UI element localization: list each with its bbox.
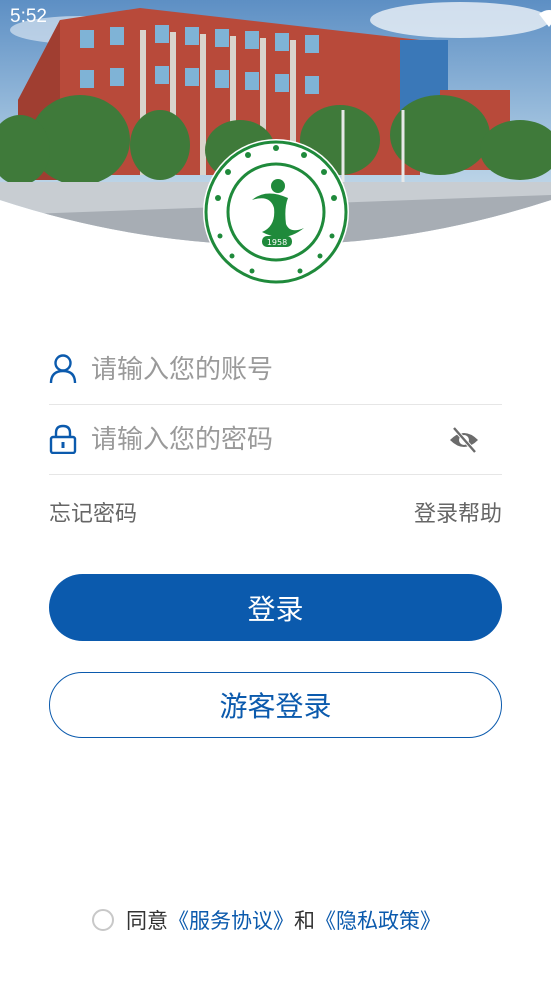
account-input[interactable] bbox=[89, 346, 433, 394]
eye-off-icon[interactable] bbox=[448, 424, 480, 456]
login-help-link[interactable]: 登录帮助 bbox=[414, 496, 502, 528]
school-logo: 1958 bbox=[200, 138, 352, 286]
status-bar: 5:52 bbox=[0, 0, 551, 38]
service-agreement-link[interactable]: 《服务协议》 bbox=[168, 905, 294, 935]
account-field bbox=[49, 334, 502, 405]
forgot-password-link[interactable]: 忘记密码 bbox=[49, 496, 137, 528]
login-button[interactable]: 登录 bbox=[49, 574, 502, 641]
agreement-prefix: 同意 bbox=[126, 909, 168, 933]
user-icon bbox=[49, 354, 77, 384]
status-time: 5:52 bbox=[10, 6, 47, 27]
guest-login-button[interactable]: 游客登录 bbox=[49, 672, 502, 738]
wifi-icon bbox=[539, 10, 551, 27]
logo-year: 1958 bbox=[267, 238, 287, 247]
password-input[interactable] bbox=[89, 416, 433, 464]
password-field bbox=[49, 404, 502, 475]
lock-icon bbox=[49, 424, 77, 455]
agreement-and: 和 bbox=[294, 909, 315, 933]
agreement-row: 同意 《服务协议》 和 《隐私政策》 bbox=[92, 905, 441, 935]
agree-radio[interactable] bbox=[92, 909, 114, 931]
privacy-policy-link[interactable]: 《隐私政策》 bbox=[315, 905, 441, 935]
